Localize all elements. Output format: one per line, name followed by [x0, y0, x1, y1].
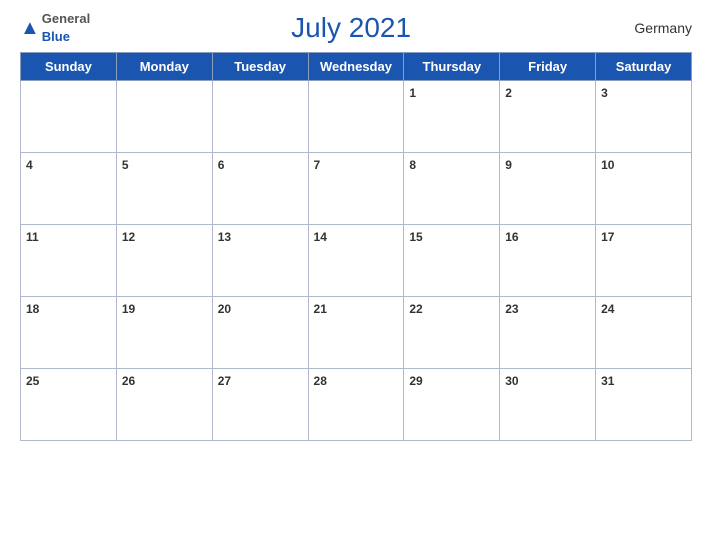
week-row-3: 11 12 13 14 15 16 17 [21, 225, 692, 297]
calendar-cell: 15 [404, 225, 500, 297]
calendar-cell: 10 [596, 153, 692, 225]
logo-icon: ▲ [20, 17, 40, 40]
day-number: 5 [122, 158, 129, 172]
day-number: 2 [505, 86, 512, 100]
week-row-2: 4 5 6 7 8 9 10 [21, 153, 692, 225]
calendar-cell: 28 [308, 369, 404, 441]
calendar-cell: 26 [116, 369, 212, 441]
day-number: 18 [26, 302, 39, 316]
day-number: 14 [314, 230, 327, 244]
calendar-cell: 13 [212, 225, 308, 297]
day-header-saturday: Saturday [596, 53, 692, 81]
calendar-cell [21, 81, 117, 153]
day-number: 27 [218, 374, 231, 388]
day-number: 28 [314, 374, 327, 388]
calendar-cell: 25 [21, 369, 117, 441]
day-number: 3 [601, 86, 608, 100]
calendar-cell: 3 [596, 81, 692, 153]
logo: ▲ General Blue [20, 10, 90, 46]
calendar-cell: 19 [116, 297, 212, 369]
calendar-cell: 30 [500, 369, 596, 441]
day-number: 4 [26, 158, 33, 172]
day-number: 26 [122, 374, 135, 388]
week-row-5: 25 26 27 28 29 30 31 [21, 369, 692, 441]
week-row-1: 1 2 3 [21, 81, 692, 153]
day-number: 12 [122, 230, 135, 244]
calendar-cell: 7 [308, 153, 404, 225]
day-header-wednesday: Wednesday [308, 53, 404, 81]
day-number: 1 [409, 86, 416, 100]
day-header-tuesday: Tuesday [212, 53, 308, 81]
day-number: 16 [505, 230, 518, 244]
calendar-cell: 1 [404, 81, 500, 153]
day-number: 29 [409, 374, 422, 388]
logo-blue-text: Blue [42, 29, 70, 44]
calendar-cell: 6 [212, 153, 308, 225]
calendar-cell [308, 81, 404, 153]
day-header-monday: Monday [116, 53, 212, 81]
country-label: Germany [612, 20, 692, 36]
calendar-cell: 31 [596, 369, 692, 441]
day-number: 7 [314, 158, 321, 172]
day-number: 15 [409, 230, 422, 244]
calendar-cell: 11 [21, 225, 117, 297]
day-number: 10 [601, 158, 614, 172]
calendar-cell: 29 [404, 369, 500, 441]
day-number: 21 [314, 302, 327, 316]
calendar-cell: 4 [21, 153, 117, 225]
day-number: 24 [601, 302, 614, 316]
day-header-friday: Friday [500, 53, 596, 81]
calendar-cell: 2 [500, 81, 596, 153]
day-number: 30 [505, 374, 518, 388]
day-number: 9 [505, 158, 512, 172]
calendar-cell: 20 [212, 297, 308, 369]
calendar-cell: 12 [116, 225, 212, 297]
calendar-cell: 22 [404, 297, 500, 369]
calendar-cell: 9 [500, 153, 596, 225]
page-header: ▲ General Blue July 2021 Germany [20, 10, 692, 46]
calendar-cell: 24 [596, 297, 692, 369]
day-number: 13 [218, 230, 231, 244]
day-header-thursday: Thursday [404, 53, 500, 81]
day-number: 17 [601, 230, 614, 244]
calendar-cell: 23 [500, 297, 596, 369]
day-number: 19 [122, 302, 135, 316]
days-header-row: SundayMondayTuesdayWednesdayThursdayFrid… [21, 53, 692, 81]
day-number: 31 [601, 374, 614, 388]
logo-general-text: General [42, 11, 90, 26]
calendar-cell [116, 81, 212, 153]
calendar-cell: 8 [404, 153, 500, 225]
calendar-title: July 2021 [90, 12, 612, 44]
day-number: 11 [26, 230, 39, 244]
day-number: 20 [218, 302, 231, 316]
calendar-cell: 5 [116, 153, 212, 225]
day-number: 8 [409, 158, 416, 172]
calendar-cell: 14 [308, 225, 404, 297]
day-number: 6 [218, 158, 225, 172]
day-number: 22 [409, 302, 422, 316]
day-number: 23 [505, 302, 518, 316]
calendar-cell: 18 [21, 297, 117, 369]
calendar-cell: 27 [212, 369, 308, 441]
calendar-cell: 21 [308, 297, 404, 369]
day-number: 25 [26, 374, 39, 388]
week-row-4: 18 19 20 21 22 23 24 [21, 297, 692, 369]
calendar-cell: 16 [500, 225, 596, 297]
calendar-cell [212, 81, 308, 153]
calendar-table: SundayMondayTuesdayWednesdayThursdayFrid… [20, 52, 692, 441]
day-header-sunday: Sunday [21, 53, 117, 81]
calendar-cell: 17 [596, 225, 692, 297]
